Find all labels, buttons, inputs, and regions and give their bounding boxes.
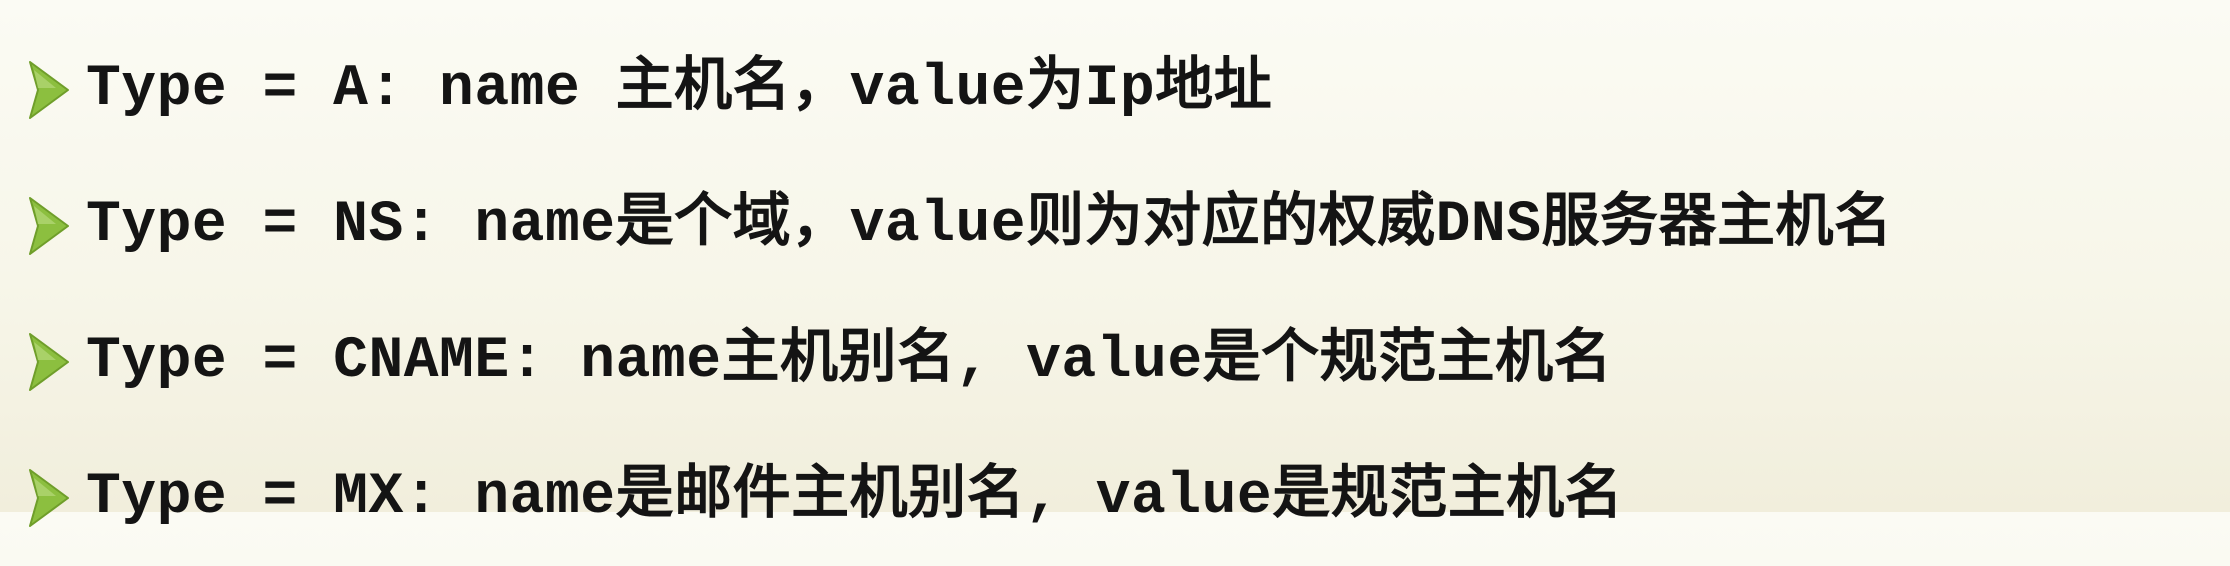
- list-item-type-cname: Type = CNAME: name主机别名, value是个规范主机名: [26, 294, 1893, 430]
- bullet-text: Type = A: name 主机名，value为Ip地址: [86, 57, 1273, 122]
- dns-record-type-list: Type = A: name 主机名，value为Ip地址 Type = NS:…: [26, 22, 1893, 566]
- list-item-type-ns: Type = NS: name是个域，value则为对应的权威DNS服务器主机名: [26, 158, 1893, 294]
- triangle-arrow-icon: [29, 61, 69, 119]
- bullet-text: Type = CNAME: name主机别名, value是个规范主机名: [86, 329, 1613, 394]
- slide: Type = A: name 主机名，value为Ip地址 Type = NS:…: [0, 0, 2230, 527]
- list-item-type-mx: Type = MX: name是邮件主机别名, value是规范主机名: [26, 430, 1893, 566]
- bullet-text: Type = NS: name是个域，value则为对应的权威DNS服务器主机名: [86, 193, 1893, 258]
- triangle-arrow-icon: [29, 469, 69, 527]
- triangle-arrow-icon: [29, 197, 69, 255]
- list-item-type-a: Type = A: name 主机名，value为Ip地址: [26, 22, 1893, 158]
- bullet-text: Type = MX: name是邮件主机别名, value是规范主机名: [86, 465, 1624, 530]
- triangle-arrow-icon: [29, 333, 69, 391]
